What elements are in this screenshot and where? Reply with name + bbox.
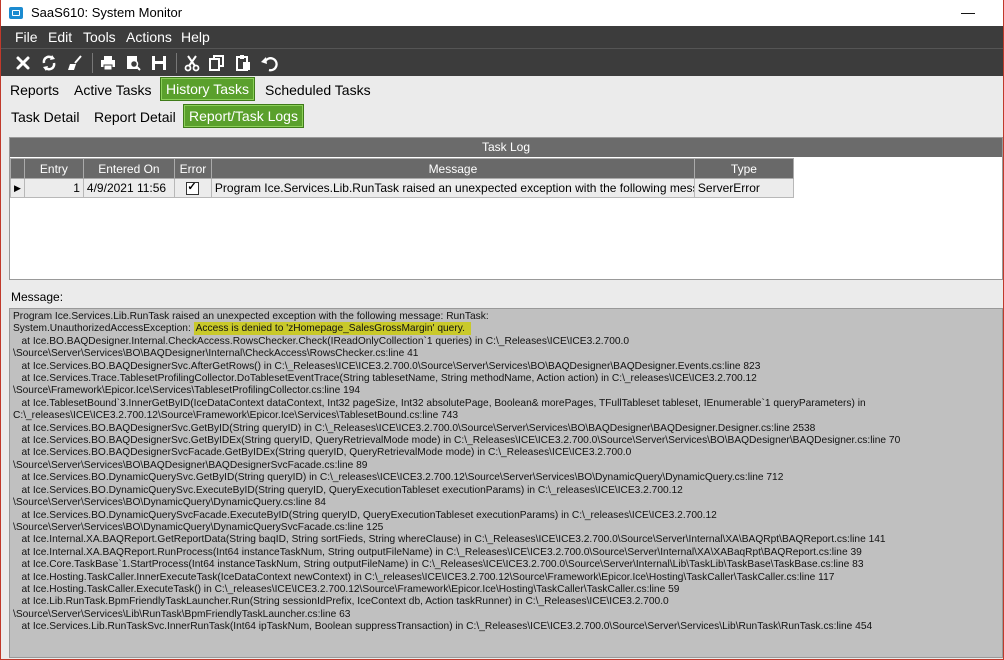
message-textbox[interactable]: Program Ice.Services.Lib.RunTask raised … — [9, 308, 1003, 658]
toolbar-separator — [92, 53, 93, 73]
menu-help[interactable]: Help — [181, 29, 210, 45]
menu-bar: File Edit Tools Actions Help — [1, 26, 1003, 48]
stack-trace-line: \Source\Server\Services\BO\BAQDesigner\I… — [13, 348, 419, 360]
refresh-icon[interactable] — [38, 52, 60, 74]
stack-trace-line: at Ice.Services.Trace.TablesetProfilingC… — [13, 373, 757, 385]
stack-trace-line: at Ice.Services.BO.BAQDesignerSvcFacade.… — [13, 447, 632, 459]
cut-icon[interactable] — [181, 52, 203, 74]
row-indicator[interactable]: ▶ — [10, 178, 25, 198]
tab-active-tasks[interactable]: Active Tasks — [70, 79, 156, 101]
message-line: System.UnauthorizedAccessException: Acce… — [13, 322, 999, 336]
save-icon[interactable] — [148, 52, 170, 74]
menu-actions[interactable]: Actions — [126, 29, 172, 45]
tab-task-detail[interactable]: Task Detail — [7, 106, 83, 128]
app-icon — [9, 7, 23, 19]
paste-icon[interactable] — [232, 52, 254, 74]
exception-type: System.UnauthorizedAccessException: — [13, 323, 194, 335]
column-header-entered-on[interactable]: Entered On — [82, 158, 175, 179]
toolbar-separator — [176, 53, 177, 73]
sub-tabs: Task Detail Report Detail Report/Task Lo… — [1, 103, 1003, 129]
stack-trace-line: at Ice.Internal.XA.BAQReport.RunProcess(… — [13, 546, 862, 558]
print-preview-icon[interactable] — [122, 52, 144, 74]
table-row[interactable]: ▶ 1 4/9/2021 11:56 Program Ice.Services.… — [10, 178, 794, 198]
stack-trace-line: \Source\Framework\Epicor.Ice\Services\Ta… — [13, 385, 361, 397]
cell-entered-on[interactable]: 4/9/2021 11:56 — [82, 178, 175, 198]
column-header-error[interactable]: Error — [173, 158, 212, 179]
highlighted-error-text: Access is denied to 'zHomepage_SalesGros… — [193, 322, 471, 336]
row-indicator-header — [10, 158, 25, 179]
stack-trace-line: at Ice.Services.BO.DynamicQuerySvcFacade… — [13, 509, 717, 521]
stack-trace-line: at Ice.Services.BO.BAQDesignerSvc.AfterG… — [13, 360, 761, 372]
stack-trace-line: \Source\Server\Services\BO\BAQDesigner\B… — [13, 459, 368, 471]
tab-scheduled-tasks[interactable]: Scheduled Tasks — [261, 79, 375, 101]
title-bar: SaaS610: System Monitor — — [1, 0, 1003, 26]
stack-trace-line: C:\_releases\ICE\ICE3.2.700.12\Source\Fr… — [13, 410, 459, 422]
stack-trace-line: at Ice.Services.Lib.RunTaskSvc.InnerRunT… — [13, 621, 873, 633]
tab-report-detail[interactable]: Report Detail — [90, 106, 180, 128]
stack-trace-line: at Ice.Hosting.TaskCaller.ExecuteTask() … — [13, 583, 680, 595]
stack-trace-line: at Ice.Lib.RunTask.BpmFriendlyTaskLaunch… — [13, 596, 669, 608]
stack-trace-line: at Ice.Services.BO.DynamicQuerySvc.Execu… — [13, 484, 683, 496]
message-label: Message: — [11, 290, 64, 304]
stack-trace-line: \Source\Server\Services\BO\DynamicQuery\… — [13, 497, 326, 509]
menu-file[interactable]: File — [15, 29, 38, 45]
clear-icon[interactable] — [64, 52, 86, 74]
copy-icon[interactable] — [206, 52, 228, 74]
print-icon[interactable] — [97, 52, 119, 74]
stack-trace-line: at Ice.Services.BO.DynamicQuerySvc.GetBy… — [13, 472, 784, 484]
stack-trace-line: at Ice.Services.BO.BAQDesignerSvc.GetByI… — [13, 435, 901, 447]
toolbar — [1, 48, 1003, 76]
tab-reports[interactable]: Reports — [6, 79, 63, 101]
undo-icon[interactable] — [258, 52, 280, 74]
stack-trace-line: at Ice.Services.BO.BAQDesignerSvc.GetByI… — [13, 422, 816, 434]
system-monitor-window: SaaS610: System Monitor — File Edit Tool… — [0, 0, 1004, 660]
stack-trace-line: at Ice.Hosting.TaskCaller.InnerExecuteTa… — [13, 571, 835, 583]
cell-entry[interactable]: 1 — [23, 178, 84, 198]
menu-edit[interactable]: Edit — [48, 29, 72, 45]
window-title: SaaS610: System Monitor — [31, 5, 183, 20]
stack-trace-line: at Ice.Core.TaskBase`1.StartProcess(Int6… — [13, 559, 864, 571]
task-log-grid: Entry Entered On Error Message Type ▶ 1 … — [10, 158, 794, 198]
menu-tools[interactable]: Tools — [83, 29, 116, 45]
column-header-entry[interactable]: Entry — [23, 158, 84, 179]
cell-message[interactable]: Program Ice.Services.Lib.RunTask raised … — [210, 178, 695, 198]
tab-report-task-logs[interactable]: Report/Task Logs — [183, 104, 304, 128]
cell-type[interactable]: ServerError — [693, 178, 794, 198]
close-icon[interactable] — [12, 52, 34, 74]
stack-trace-line: at Ice.BO.BAQDesigner.Internal.CheckAcce… — [13, 335, 630, 347]
tab-history-tasks[interactable]: History Tasks — [160, 77, 255, 101]
stack-trace-line: at Ice.Internal.XA.BAQReport.GetReportDa… — [13, 534, 886, 546]
stack-trace-line: at Ice.TablesetBound`3.InnerGetByID(IceD… — [13, 397, 866, 409]
task-log-panel: Task Log Entry Entered On Error Message … — [9, 137, 1003, 280]
message-line: Program Ice.Services.Lib.RunTask raised … — [13, 311, 489, 322]
cell-error[interactable] — [173, 178, 212, 198]
error-checkbox[interactable] — [186, 180, 200, 196]
stack-trace: at Ice.BO.BAQDesigner.Internal.CheckAcce… — [13, 336, 999, 634]
task-log-title: Task Log — [10, 138, 1002, 157]
column-header-type[interactable]: Type — [693, 158, 794, 179]
main-tabs: Reports Active Tasks History Tasks Sched… — [1, 76, 1003, 102]
minimize-button[interactable]: — — [956, 1, 980, 23]
stack-trace-line: \Source\Server\Services\BO\DynamicQuery\… — [13, 521, 384, 533]
stack-trace-line: \Source\Server\Services\Lib\RunTask\BpmF… — [13, 608, 351, 620]
column-header-message[interactable]: Message — [210, 158, 695, 179]
